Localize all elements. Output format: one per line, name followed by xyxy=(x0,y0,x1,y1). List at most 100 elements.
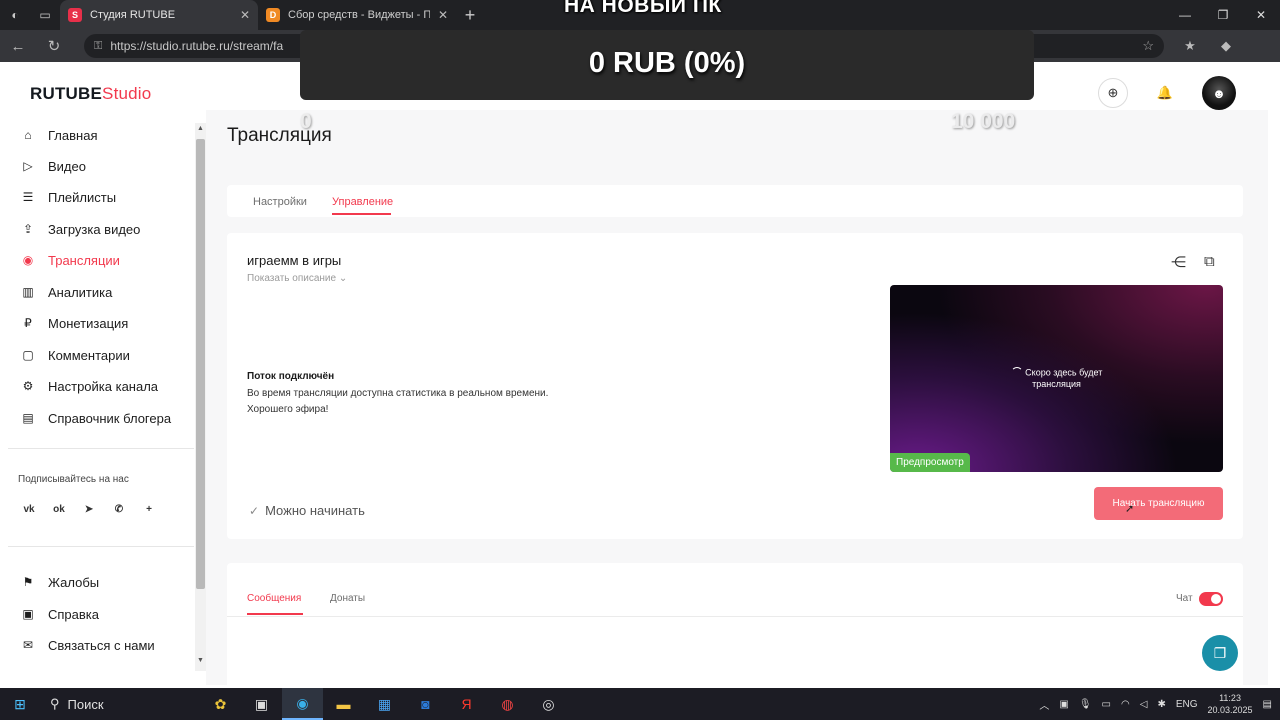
browser-tab-widgets[interactable]: D Сбор средств - Виджеты - Пане ✕ xyxy=(258,0,456,30)
obs-icon[interactable]: ◎ xyxy=(528,688,569,720)
task-view-icon[interactable]: ▣ xyxy=(241,688,282,720)
edge-browser-icon[interactable]: ◉ xyxy=(282,688,323,720)
browser-tab-studio[interactable]: S Студия RUTUBE ✕ xyxy=(60,0,258,30)
sidebar-item-video[interactable]: ▷ Видео xyxy=(20,156,86,176)
sidebar-item-playlists[interactable]: ☰ Плейлисты xyxy=(20,187,116,207)
scrollbar-thumb[interactable] xyxy=(196,139,205,589)
sidebar-item-label: Плейлисты xyxy=(48,189,117,205)
notifications-bell-icon[interactable]: 🔔 xyxy=(1150,78,1180,108)
back-icon[interactable]: ← xyxy=(0,30,36,62)
window-controls: — ❐ ✕ xyxy=(1166,0,1280,30)
sidebar-item-upload[interactable]: ⇪ Загрузка видео xyxy=(20,219,140,239)
close-tab-icon[interactable]: ✕ xyxy=(438,8,448,22)
preview-text-line1: Скоро здесь будет xyxy=(1025,367,1103,378)
sidebar-item-analytics[interactable]: ▥ Аналитика xyxy=(20,282,112,302)
new-tab-icon[interactable]: + xyxy=(456,5,484,26)
share-icon[interactable]: ⋲ xyxy=(1171,253,1186,271)
widget-flowers-icon[interactable]: ✿ xyxy=(200,688,241,720)
show-description-link[interactable]: Показать описание ⌄ xyxy=(247,273,347,284)
donation-goal-heading: НА НОВЫЙ ПК xyxy=(564,0,722,17)
maximize-icon[interactable]: ❐ xyxy=(1204,0,1242,30)
bookmark-star-icon[interactable]: ☆ xyxy=(1142,38,1154,54)
browser-profile-icon[interactable]: ◐ xyxy=(0,0,30,30)
show-description-label: Показать описание xyxy=(247,273,337,284)
tray-app-icon[interactable]: ▣ xyxy=(1059,699,1068,710)
chevron-up-icon[interactable]: ︿ xyxy=(1039,697,1049,712)
microphone-icon[interactable]: 🎙 xyxy=(1079,699,1092,710)
analytics-icon: ▥ xyxy=(22,285,34,299)
sidebar-item-help[interactable]: ▣ Справка xyxy=(20,604,99,624)
chevron-down-icon: ⌄ xyxy=(338,273,348,284)
store-icon[interactable]: ▦ xyxy=(364,688,405,720)
tab-messages[interactable]: Сообщения xyxy=(247,593,301,604)
chat-toggle[interactable] xyxy=(1199,592,1223,606)
language-indicator[interactable]: ENG xyxy=(1176,699,1198,710)
vk-icon[interactable]: vk xyxy=(20,500,38,518)
stream-status-wish: Хорошего эфира! xyxy=(247,404,329,415)
reload-icon[interactable]: ↻ xyxy=(36,30,72,62)
chat-toggle-label: Чат xyxy=(1176,593,1193,604)
active-tab-indicator xyxy=(247,613,303,615)
sidebar-item-label: Справка xyxy=(48,606,99,622)
close-tab-icon[interactable]: ✕ xyxy=(240,8,250,22)
sidebar-item-comments[interactable]: ▢ Комментарии xyxy=(20,345,130,365)
tab-donations[interactable]: Донаты xyxy=(330,593,365,604)
notifications-icon[interactable]: ▤ xyxy=(1263,699,1272,710)
mouse-cursor-icon: ➚ xyxy=(1125,503,1135,515)
active-tab-indicator xyxy=(332,213,391,215)
sidebar-item-channel-settings[interactable]: ⚙ Настройка канала xyxy=(20,376,158,396)
sidebar-item-broadcasts[interactable]: ◉ Трансляции xyxy=(20,250,120,270)
help-icon: ▣ xyxy=(22,607,34,621)
tab-actions-icon[interactable]: ▭ xyxy=(30,0,60,30)
start-broadcast-button[interactable]: Начать трансляцию xyxy=(1094,487,1223,520)
support-chat-button[interactable]: ❐ xyxy=(1202,635,1238,671)
extensions-icon[interactable]: ◆ xyxy=(1208,38,1244,54)
yandex-browser-icon[interactable]: Я xyxy=(446,688,487,720)
file-explorer-icon[interactable]: ▬ xyxy=(323,688,364,720)
viber-icon[interactable]: ✆ xyxy=(110,500,128,518)
outlook-icon[interactable]: ◙ xyxy=(405,688,446,720)
bluetooth-icon[interactable]: ✱ xyxy=(1157,699,1165,710)
sidebar-item-label: Жалобы xyxy=(48,574,100,590)
sidebar-item-monetization[interactable]: ₽ Монетизация xyxy=(20,313,128,333)
create-button[interactable]: ⊕ xyxy=(1098,78,1128,108)
playlist-icon: ☰ xyxy=(22,190,34,204)
favorites-icon[interactable]: ★ xyxy=(1172,38,1208,54)
avatar[interactable]: ☻ xyxy=(1202,76,1236,110)
scroll-up-icon[interactable]: ▲ xyxy=(196,125,205,137)
rutube-studio-logo[interactable]: RUTUBEStudio xyxy=(30,84,151,104)
sidebar-item-contact[interactable]: ✉ Связаться с нами xyxy=(20,635,155,655)
wifi-icon[interactable]: ◠ xyxy=(1121,699,1130,710)
sidebar-item-home[interactable]: ⌂ Главная xyxy=(20,125,97,145)
stream-title: играемм в игры xyxy=(247,253,342,268)
sidebar-item-label: Видео xyxy=(48,158,86,174)
close-window-icon[interactable]: ✕ xyxy=(1242,0,1280,30)
sidebar-item-label: Связаться с нами xyxy=(48,637,155,653)
battery-icon[interactable]: ▭ xyxy=(1102,699,1111,710)
open-external-icon[interactable]: ⧉ xyxy=(1204,253,1215,270)
social-links: vk ok ➤ ✆ + xyxy=(20,500,158,518)
sidebar-item-blogger-guide[interactable]: ▤ Справочник блогера xyxy=(20,408,171,428)
minimize-icon[interactable]: — xyxy=(1166,0,1204,30)
sidebar-scrollbar[interactable]: ▲ ▼ xyxy=(195,123,206,671)
volume-icon[interactable]: ◁ xyxy=(1140,699,1148,710)
telegram-icon[interactable]: ➤ xyxy=(80,500,98,518)
taskbar-search[interactable]: ⚲ Поиск xyxy=(40,688,200,720)
chat-card: Сообщения Донаты Чат xyxy=(227,563,1243,685)
tab-settings[interactable]: Настройки xyxy=(253,196,307,208)
scroll-down-icon[interactable]: ▼ xyxy=(196,657,205,669)
tab-management[interactable]: Управление xyxy=(332,196,393,208)
site-info-icon[interactable]: ⚿ xyxy=(94,40,102,53)
sidebar-item-complaints[interactable]: ⚑ Жалобы xyxy=(20,572,100,592)
upload-icon: ⇪ xyxy=(22,222,34,236)
stream-preview[interactable]: Скоро здесь будет трансляция Предпросмот… xyxy=(890,285,1223,472)
sidebar-divider xyxy=(8,448,194,449)
plus-icon[interactable]: + xyxy=(140,500,158,518)
flag-icon: ⚑ xyxy=(22,575,34,589)
sidebar-item-label: Трансляции xyxy=(48,252,120,268)
taskbar-clock[interactable]: 11:23 20.03.2025 xyxy=(1208,692,1253,716)
windows-start-icon[interactable]: ⊞ xyxy=(0,688,40,720)
chrome-icon[interactable]: ◍ xyxy=(487,688,528,720)
ok-icon[interactable]: ok xyxy=(50,500,68,518)
preview-badge: Предпросмотр xyxy=(890,453,970,472)
